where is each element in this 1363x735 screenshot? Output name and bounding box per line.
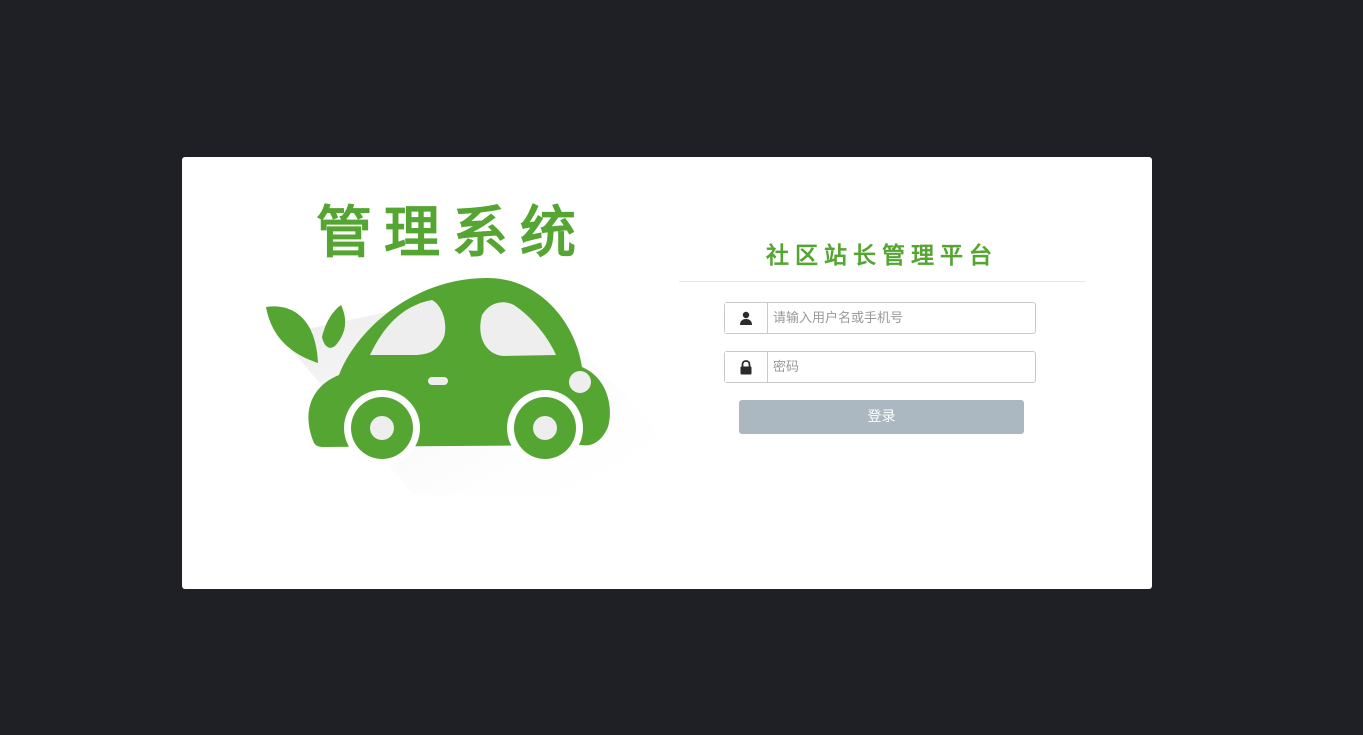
password-field: [724, 351, 1036, 383]
logo-title: 管理系统: [316, 201, 588, 266]
platform-title: 社区站长管理平台: [766, 243, 998, 269]
username-field: [724, 302, 1036, 334]
title-divider: [679, 281, 1085, 282]
login-card: 管理系统 社区站长管理平台 请输入用户名或手机号 登录: [182, 157, 1152, 589]
password-input[interactable]: [768, 352, 1035, 382]
lock-icon: [725, 352, 768, 382]
username-input[interactable]: [768, 303, 1035, 333]
login-button[interactable]: 登录: [739, 400, 1024, 434]
car-logo-icon: [266, 277, 654, 495]
user-icon: [725, 303, 768, 333]
